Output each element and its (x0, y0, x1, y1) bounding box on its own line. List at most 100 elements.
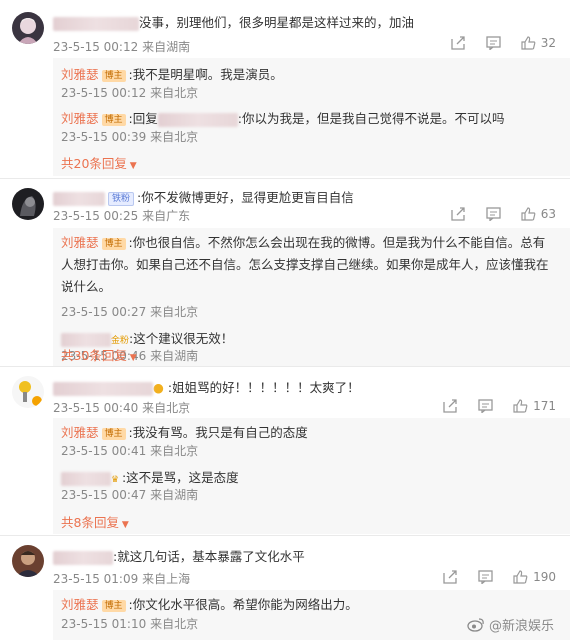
reply-box: 刘雅瑟 博主:我没有骂。我只是有自己的态度 23-5-15 00:41 来自北京 … (53, 418, 570, 534)
comment-text: :你不发微博更好，显得更尬更盲目自信 (137, 190, 354, 205)
reply-line: 刘雅瑟 博主:回复 :你以为我是，但是我自己觉得不说是。不可以吗 (61, 108, 504, 127)
more-replies-link[interactable]: 共20条回复 ▼ (61, 153, 137, 172)
like-button[interactable]: 32 (521, 36, 556, 50)
comment-actions: 63 (451, 207, 556, 221)
chevron-down-icon: ▼ (126, 353, 137, 363)
like-button[interactable]: 190 (513, 570, 556, 584)
comment-item: 没事，别理他们，很多明星都是这样过来的，加油 23-5-15 00:12 来自湖… (0, 0, 570, 180)
author-badge: 博主 (101, 237, 126, 250)
author-badge: 博主 (101, 113, 126, 126)
comment-actions: 190 (443, 570, 556, 584)
like-count: 63 (540, 207, 556, 221)
blurred-username[interactable] (53, 381, 153, 396)
author-badge: 博主 (101, 69, 126, 82)
reply-box: 刘雅瑟 博主:我不是明星啊。我是演员。 23-5-15 00:12 来自北京 刘雅… (53, 58, 570, 176)
comment-icon[interactable] (486, 207, 501, 221)
reply-author[interactable]: 刘雅瑟 (61, 111, 99, 126)
like-icon (513, 570, 528, 584)
comment-meta: 23-5-15 00:25 来自广东 (53, 207, 190, 224)
reply-line: 刘雅瑟 博主:你也很自信。不然你怎么会出现在我的微博。但是我为什么不能自信。总有人… (61, 232, 550, 298)
like-button[interactable]: 63 (521, 207, 556, 221)
share-icon[interactable] (451, 36, 466, 50)
like-count: 171 (533, 399, 556, 413)
blurred-username[interactable] (53, 550, 113, 565)
reply-author[interactable]: 刘雅瑟 (61, 597, 99, 612)
comment-location: 来自上海 (142, 572, 191, 586)
avatar[interactable] (12, 376, 44, 408)
reply-time: 23-5-15 00:12 (61, 86, 147, 100)
reply-author[interactable]: 刘雅瑟 (61, 235, 99, 250)
like-icon (521, 36, 536, 50)
comment-time: 23-5-15 01:09 (53, 572, 139, 586)
blurred-username[interactable] (61, 471, 111, 486)
reply-text: :这不是骂，这是态度 (121, 470, 239, 485)
like-button[interactable]: 171 (513, 399, 556, 413)
fan-badge: 铁粉 (108, 191, 135, 206)
comment-time: 23-5-15 00:25 (53, 209, 139, 223)
avatar[interactable] (12, 545, 44, 577)
reply-time: 23-5-15 00:27 (61, 305, 147, 319)
avatar[interactable] (12, 188, 44, 220)
comment-icon[interactable] (478, 570, 493, 584)
more-replies-label: 共30条回复 (61, 348, 127, 363)
comment-icon[interactable] (478, 399, 493, 413)
reply-text: :你文化水平很高。希望你能为网络出力。 (128, 597, 358, 612)
blurred-username[interactable] (157, 112, 238, 127)
comment-meta: 23-5-15 00:12 来自湖南 (53, 38, 190, 55)
comment-meta: 23-5-15 00:40 来自北京 (53, 399, 190, 416)
reply-text: :这个建议很无效！ (129, 331, 234, 346)
like-count: 32 (540, 36, 556, 50)
comment-location: 来自广东 (142, 209, 191, 223)
more-replies-label: 共20条回复 (61, 156, 127, 171)
share-icon[interactable] (451, 207, 466, 221)
like-count: 190 (533, 570, 556, 584)
comment-actions: 32 (451, 36, 556, 50)
reply-location: 来自湖南 (150, 349, 199, 363)
reply-meta: 23-5-15 01:10 来自北京 (61, 615, 198, 632)
comment-meta: 23-5-15 01:09 来自上海 (53, 570, 190, 587)
reply-author[interactable]: 刘雅瑟 (61, 67, 99, 82)
watermark-text: @新浪娱乐 (488, 619, 554, 634)
watermark: @新浪娱乐 (467, 615, 554, 634)
more-replies-link[interactable]: 共30条回复 ▼ (61, 345, 137, 364)
share-icon[interactable] (443, 570, 458, 584)
comment-time: 23-5-15 00:12 (53, 40, 139, 54)
comment-text-line: :就这几句话，基本暴露了文化水平 (53, 546, 305, 565)
comment-text: :姐姐骂的好！！！！！！太爽了！ (167, 380, 360, 395)
comment-text-line: 没事，别理他们，很多明星都是这样过来的，加油 (53, 12, 414, 31)
comment-location: 来自北京 (142, 401, 191, 415)
reply-time: 23-5-15 00:39 (61, 130, 147, 144)
reply-time: 23-5-15 00:47 (61, 488, 147, 502)
comment-item: 铁粉:你不发微博更好，显得更尬更盲目自信 23-5-15 00:25 来自广东 … (0, 180, 570, 370)
like-icon (513, 399, 528, 413)
more-replies-label: 共8条回复 (61, 515, 119, 530)
reply-prefix: :回复 (128, 111, 158, 126)
reply-text: :你以为我是，但是我自己觉得不说是。不可以吗 (237, 111, 505, 126)
comment-text: 没事，别理他们，很多明星都是这样过来的，加油 (139, 15, 415, 30)
reply-location: 来自北京 (150, 86, 199, 100)
divider (0, 535, 570, 536)
reply-text: :我不是明星啊。我是演员。 (128, 67, 283, 82)
gold-fan-badge: ♛ (111, 475, 122, 485)
comment-time: 23-5-15 00:40 (53, 401, 139, 415)
reply-line: ♛ :这不是骂，这是态度 (61, 467, 239, 486)
comment-icon[interactable] (486, 36, 501, 50)
author-badge: 博主 (101, 599, 126, 612)
like-icon (521, 207, 536, 221)
comment-text-line: 铁粉:你不发微博更好，显得更尬更盲目自信 (53, 187, 354, 206)
blurred-username[interactable] (53, 16, 139, 31)
divider (0, 366, 570, 367)
reply-meta: 23-5-15 00:47 来自湖南 (61, 486, 198, 503)
reply-meta: 23-5-15 00:39 来自北京 (61, 128, 198, 145)
reply-meta: 23-5-15 00:12 来自北京 (61, 84, 198, 101)
blurred-username[interactable] (53, 191, 105, 206)
avatar[interactable] (12, 12, 44, 44)
share-icon[interactable] (443, 399, 458, 413)
reply-location: 来自北京 (150, 305, 199, 319)
comment-item: ● :姐姐骂的好！！！！！！太爽了！ 23-5-15 00:40 来自北京 17… (0, 368, 570, 536)
reply-line: 刘雅瑟 博主:我不是明星啊。我是演员。 (61, 64, 283, 83)
more-replies-link[interactable]: 共8条回复 ▼ (61, 512, 129, 531)
author-badge: 博主 (101, 427, 126, 440)
reply-author[interactable]: 刘雅瑟 (61, 425, 99, 440)
reply-meta: 23-5-15 00:41 来自北京 (61, 442, 198, 459)
